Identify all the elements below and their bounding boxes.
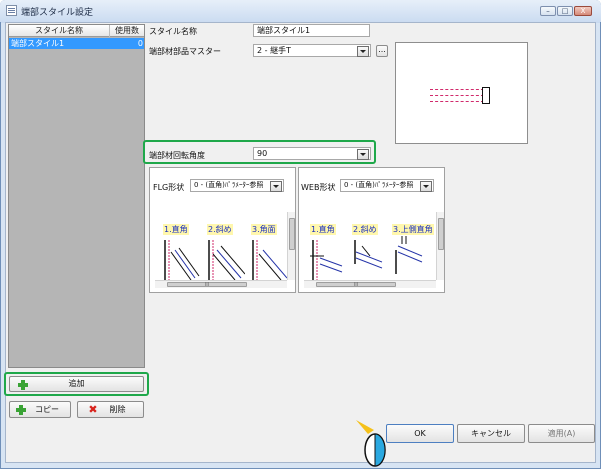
web-thumb-oblique[interactable]: 2.斜め	[350, 222, 390, 280]
flg-chamfer-drawing	[252, 240, 287, 280]
style-name-label: スタイル名称	[149, 27, 197, 36]
plus-icon	[18, 380, 28, 390]
ok-button[interactable]: OK	[386, 424, 454, 443]
copy-button-label: コピー	[35, 405, 59, 414]
web-shape-value: 0 - (直角)ﾊﾟﾗﾒｰﾀｰ参照	[344, 181, 414, 189]
web-thumb-right-angle[interactable]: 1.直角	[308, 222, 348, 280]
browse-button[interactable]: ...	[376, 45, 388, 57]
title-bar[interactable]: 端部スタイル設定 – □ X	[0, 0, 601, 22]
flg-thumb-right-angle[interactable]: 1.直角	[161, 222, 201, 280]
web-horizontal-scroll-thumb[interactable]: III	[316, 282, 396, 288]
web-horizontal-scrollbar[interactable]: III	[304, 280, 436, 288]
add-button[interactable]: 追加	[9, 376, 144, 392]
close-button[interactable]: X	[574, 6, 592, 16]
flg-thumb-chamfer[interactable]: 3.角面	[249, 222, 287, 280]
row-style-name: 端部スタイル1	[11, 39, 65, 48]
delete-x-icon: ✖	[88, 403, 98, 416]
web-right-angle-drawing	[310, 240, 343, 280]
style-list[interactable]	[8, 24, 145, 368]
flg-thumb-oblique[interactable]: 2.斜め	[205, 222, 245, 280]
web-shape-label: WEB形状	[301, 183, 336, 192]
web-shape-thumbnails[interactable]: 1.直角 2.斜め 3.上側直角	[304, 218, 436, 280]
plus-icon	[16, 405, 26, 415]
web-shape-select[interactable]: 0 - (直角)ﾊﾟﾗﾒｰﾀｰ参照	[340, 179, 434, 192]
flg-vertical-scroll-thumb[interactable]	[289, 218, 295, 250]
preview-end-plate	[482, 87, 490, 104]
parts-master-label: 端部材部品マスター	[149, 47, 221, 56]
column-header-used-count[interactable]: 使用数	[110, 25, 144, 37]
chevron-down-icon[interactable]	[357, 46, 369, 57]
rotation-angle-select[interactable]: 90	[253, 147, 371, 160]
app-list-icon	[6, 5, 17, 16]
flg-horizontal-scrollbar[interactable]: III	[155, 280, 287, 288]
cancel-button[interactable]: キャンセル	[457, 424, 525, 443]
mouse-click-cursor-icon	[356, 420, 386, 467]
web-thumb-upper-right-angle[interactable]: 3.上側直角	[392, 222, 434, 280]
rotation-angle-label: 端部材回転角度	[149, 151, 205, 160]
maximize-button[interactable]: □	[557, 6, 573, 16]
add-button-label: 追加	[68, 379, 85, 388]
apply-button[interactable]: 適用(A)	[528, 424, 595, 443]
flg-shape-label: FLG形状	[153, 183, 185, 192]
web-vertical-scrollbar[interactable]	[436, 212, 444, 280]
rotation-angle-value: 90	[257, 149, 268, 158]
parts-master-select[interactable]: 2 - 継手T	[253, 44, 371, 57]
flg-horizontal-scroll-thumb[interactable]: III	[167, 282, 247, 288]
parts-master-value: 2 - 継手T	[257, 46, 291, 55]
web-oblique-drawing	[354, 240, 383, 269]
flg-right-angle-drawing	[164, 240, 200, 280]
copy-button[interactable]: コピー	[9, 401, 71, 418]
web-vertical-scroll-thumb[interactable]	[438, 218, 444, 250]
style-list-header: スタイル名称 使用数	[9, 25, 144, 37]
style-name-input[interactable]: 端部スタイル1	[253, 24, 370, 37]
delete-button[interactable]: ✖ 削除	[77, 401, 144, 418]
end-member-preview	[395, 42, 528, 144]
web-shape-panel: WEB形状 0 - (直角)ﾊﾟﾗﾒｰﾀｰ参照 1.直角 2.斜め 3.上側直角…	[298, 167, 445, 293]
flg-shape-value: 0 - (直角)ﾊﾟﾗﾒｰﾀｰ参照	[194, 181, 264, 189]
chevron-down-icon[interactable]	[357, 149, 369, 160]
delete-button-label: 削除	[109, 405, 126, 414]
flg-oblique-drawing	[208, 240, 245, 280]
chevron-down-icon[interactable]	[270, 181, 282, 192]
flg-shape-panel: FLG形状 0 - (直角)ﾊﾟﾗﾒｰﾀｰ参照 1.直角 2.斜め 3.角面 I…	[149, 167, 296, 293]
column-header-style-name[interactable]: スタイル名称	[9, 25, 110, 37]
window-title: 端部スタイル設定	[21, 8, 94, 18]
flg-vertical-scrollbar[interactable]	[287, 212, 295, 280]
flg-shape-select[interactable]: 0 - (直角)ﾊﾟﾗﾒｰﾀｰ参照	[190, 179, 284, 192]
chevron-down-icon[interactable]	[420, 181, 432, 192]
row-used-count: 0	[137, 39, 143, 48]
style-list-row[interactable]: 端部スタイル1 0	[9, 38, 144, 49]
preview-member-outline	[430, 89, 484, 102]
web-upper-right-angle-drawing	[395, 236, 423, 274]
minimize-button[interactable]: –	[540, 6, 556, 16]
flg-shape-thumbnails[interactable]: 1.直角 2.斜め 3.角面	[155, 218, 287, 280]
